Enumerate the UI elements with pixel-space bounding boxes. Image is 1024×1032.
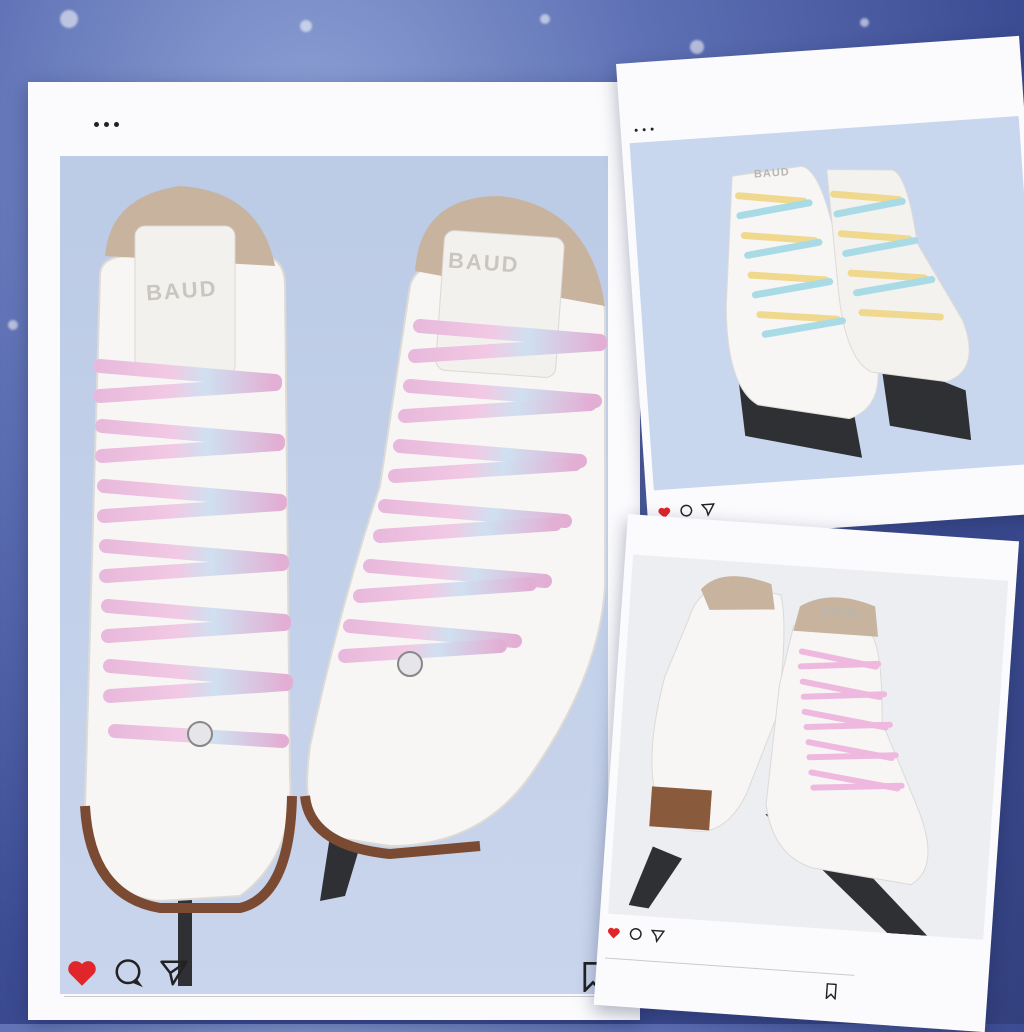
skates-image (629, 116, 1024, 491)
send-icon[interactable] (700, 502, 716, 517)
bottom-right-post-photo (608, 554, 1009, 940)
heart-icon[interactable] (606, 927, 621, 940)
main-post-brand: BAUD (145, 275, 219, 306)
main-post-card: BAUD BAUD (28, 82, 640, 1020)
top-right-post-brand: BAUD (753, 166, 791, 181)
send-icon[interactable] (158, 958, 190, 988)
top-right-post-card: BAUD (616, 35, 1024, 541)
bookmark-icon[interactable] (825, 983, 838, 1000)
heart-icon[interactable] (66, 959, 98, 987)
main-post-photo (60, 156, 608, 994)
send-icon[interactable] (650, 929, 666, 944)
main-post-brand-right: BAUD (447, 247, 521, 278)
main-post-actions (66, 958, 190, 988)
main-post-divider (64, 996, 604, 997)
bottom-right-post-card: BAUD (593, 514, 1020, 1032)
bottom-right-post-divider (604, 957, 855, 976)
comment-icon[interactable] (628, 927, 643, 942)
more-dots-icon[interactable] (634, 127, 654, 132)
skates-image (60, 156, 608, 994)
bottom-right-post-brand: BAUD (821, 603, 861, 621)
more-dots-icon[interactable] (94, 122, 119, 127)
comment-icon[interactable] (112, 958, 144, 988)
skates-image (608, 554, 1009, 940)
comment-icon[interactable] (679, 504, 694, 519)
top-right-post-photo (629, 116, 1024, 491)
bottom-right-post-actions (606, 926, 666, 944)
